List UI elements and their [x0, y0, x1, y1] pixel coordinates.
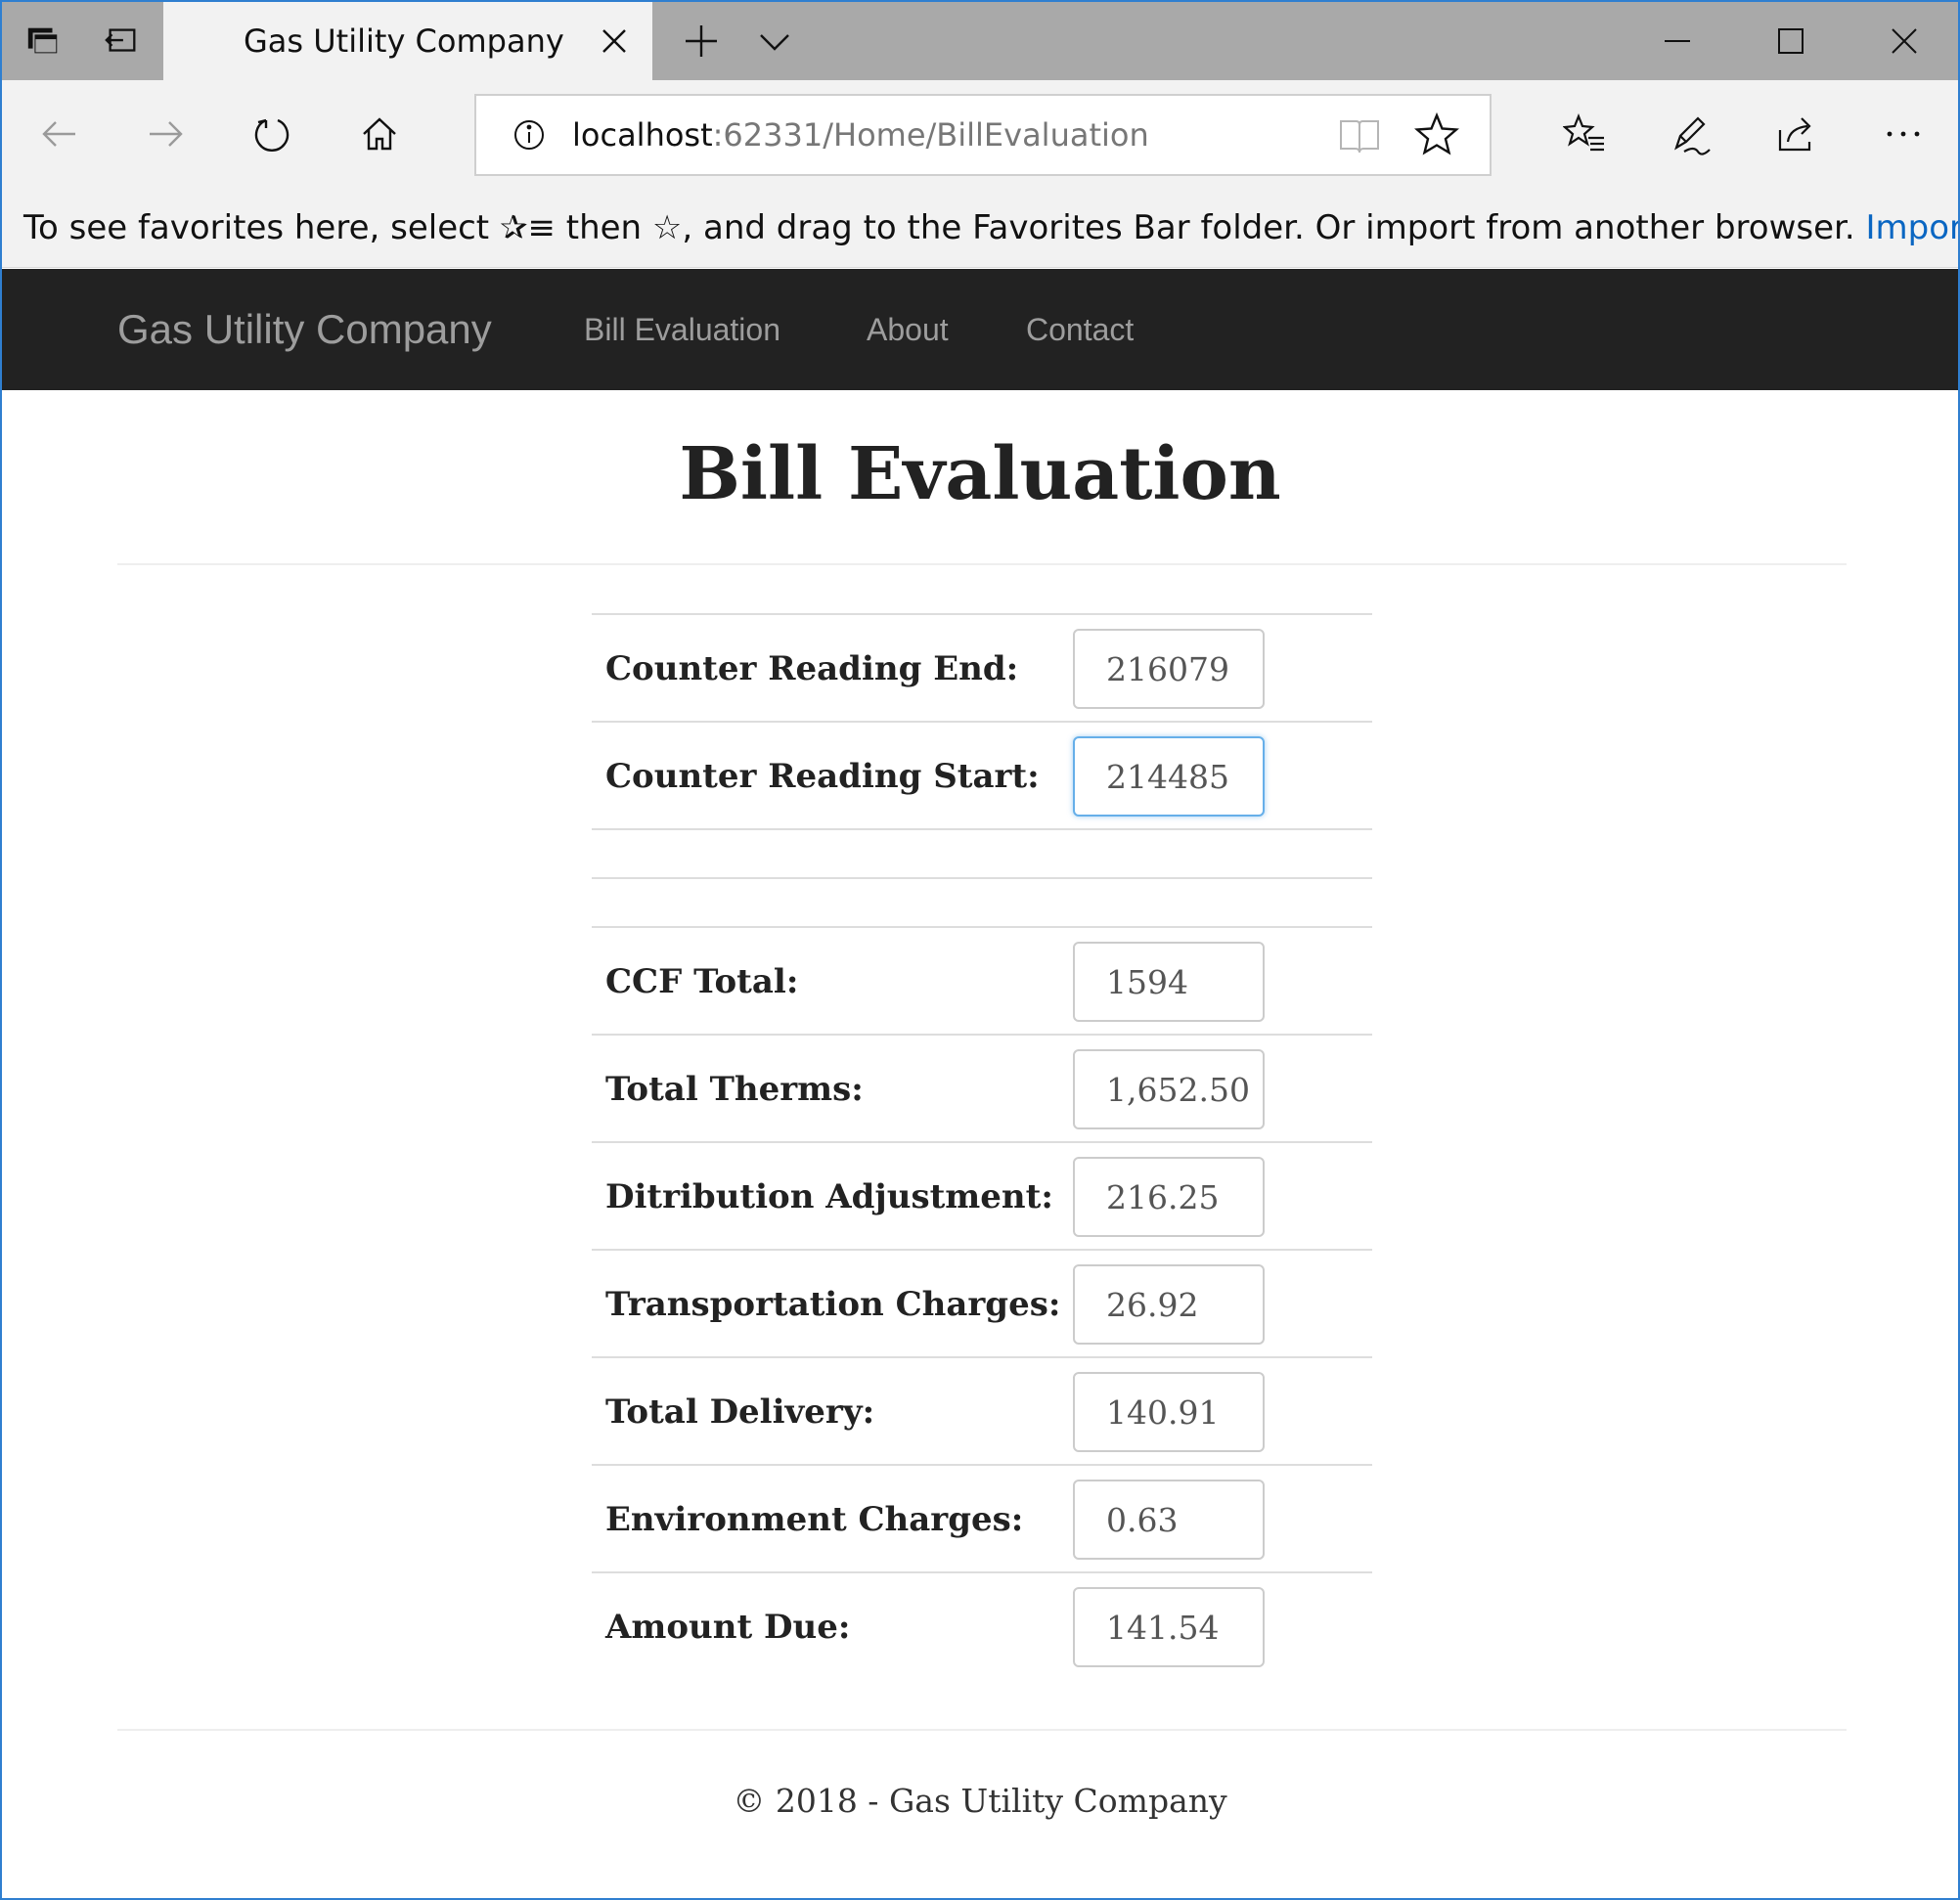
tab-actions-button[interactable] — [4, 2, 82, 80]
favorites-hub-button[interactable] — [1550, 100, 1619, 168]
tab-close-button[interactable] — [594, 21, 635, 62]
input-row-spacer — [592, 828, 1372, 830]
forward-button[interactable] — [131, 100, 200, 168]
share-button[interactable] — [1761, 100, 1830, 168]
section-divider — [592, 877, 1372, 879]
favorites-bar-message: To see favorites here, select ✰≡ then ☆,… — [23, 188, 1958, 268]
total-delivery-field[interactable] — [1073, 1372, 1265, 1452]
ellipsis-icon — [1887, 131, 1920, 137]
result-row: Total Delivery: — [592, 1356, 1372, 1464]
result-row: Total Therms: — [592, 1034, 1372, 1141]
counter-reading-end-label: Counter Reading End: — [605, 649, 1019, 688]
input-row: Counter Reading Start: — [592, 721, 1372, 828]
footer-copyright: © 2018 - Gas Utility Company — [733, 1782, 1227, 1820]
page-title: Bill Evaluation — [679, 432, 1281, 516]
favbar-text-3: , and drag to the Favorites Bar folder. … — [682, 208, 1866, 247]
environment-charges-field[interactable] — [1073, 1480, 1265, 1560]
web-note-button[interactable] — [1656, 100, 1724, 168]
close-icon — [602, 29, 626, 53]
new-tab-button[interactable] — [667, 2, 735, 80]
amount-due-label: Amount Due: — [605, 1608, 851, 1647]
tab-preview-button[interactable] — [740, 2, 809, 80]
minimize-icon — [1664, 40, 1690, 42]
transportation-charges-field[interactable] — [1073, 1264, 1265, 1345]
refresh-button[interactable] — [238, 100, 306, 168]
footer-divider — [117, 1729, 1847, 1731]
refresh-icon — [254, 118, 290, 152]
site-navbar: Gas Utility Company Bill Evaluation Abou… — [2, 269, 1958, 390]
ccf-total-field[interactable] — [1073, 942, 1265, 1022]
total-therms-field[interactable] — [1073, 1049, 1265, 1129]
back-arrow-icon — [42, 121, 75, 147]
result-row: Amount Due: — [592, 1571, 1372, 1679]
info-icon[interactable] — [510, 115, 549, 155]
address-host: localhost — [572, 116, 713, 154]
ccf-total-label: CCF Total: — [605, 962, 799, 1001]
total-therms-label: Total Therms: — [605, 1070, 864, 1109]
reading-view-icon[interactable] — [1337, 113, 1382, 158]
browser-toolbar: localhost:62331/Home/BillEvaluation — [2, 80, 1958, 188]
input-row: Counter Reading End: — [592, 613, 1372, 721]
home-button[interactable] — [345, 100, 414, 168]
star-glyph-icon: ☆ — [651, 208, 683, 247]
distribution-adjustment-label: Ditribution Adjustment: — [605, 1177, 1053, 1216]
tab-strip: Gas Utility Company :: B — [2, 2, 1958, 80]
favbar-text-2: then — [555, 208, 652, 247]
result-row: Transportation Charges: — [592, 1249, 1372, 1356]
counter-reading-start-input[interactable] — [1073, 736, 1265, 817]
tab-title: Gas Utility Company :: B — [244, 22, 576, 60]
favbar-text-1: To see favorites here, select — [23, 208, 500, 247]
address-bar[interactable]: localhost:62331/Home/BillEvaluation — [474, 94, 1492, 176]
brand-link[interactable]: Gas Utility Company — [117, 269, 492, 390]
result-row: Ditribution Adjustment: — [592, 1141, 1372, 1249]
share-icon — [1778, 117, 1811, 152]
set-aside-tabs-icon — [105, 28, 136, 52]
counter-reading-end-input[interactable] — [1073, 629, 1265, 709]
nav-bill-evaluation[interactable]: Bill Evaluation — [584, 269, 780, 390]
tab-actions-icon — [27, 27, 60, 56]
amount-due-field[interactable] — [1073, 1587, 1265, 1667]
favorites-list-glyph-icon: ✰≡ — [499, 208, 556, 247]
counter-reading-start-label: Counter Reading Start: — [605, 757, 1040, 796]
maximize-button[interactable] — [1734, 2, 1847, 80]
title-divider — [117, 563, 1847, 565]
distribution-adjustment-field[interactable] — [1073, 1157, 1265, 1237]
browser-window: Gas Utility Company :: B — [0, 0, 1960, 1900]
import-favorites-link[interactable]: Import fav — [1865, 208, 1958, 247]
total-delivery-label: Total Delivery: — [605, 1392, 875, 1432]
result-row: CCF Total: — [592, 926, 1372, 1034]
set-aside-tabs-button[interactable] — [82, 2, 160, 80]
nav-contact[interactable]: Contact — [1026, 269, 1134, 390]
favorites-bar: To see favorites here, select ✰≡ then ☆,… — [2, 188, 1958, 268]
active-tab[interactable]: Gas Utility Company :: B — [163, 2, 652, 80]
plus-icon — [686, 25, 717, 57]
transportation-charges-label: Transportation Charges: — [605, 1285, 1061, 1324]
chevron-down-icon — [760, 34, 789, 51]
address-url: localhost:62331/Home/BillEvaluation — [572, 96, 1149, 174]
window-close-button[interactable] — [1848, 2, 1958, 80]
address-path: :62331/Home/BillEvaluation — [712, 116, 1149, 154]
back-button[interactable] — [25, 100, 94, 168]
environment-charges-label: Environment Charges: — [605, 1500, 1024, 1539]
add-favorite-star-icon[interactable] — [1413, 111, 1460, 158]
close-icon — [1891, 28, 1917, 54]
maximize-icon — [1777, 28, 1804, 54]
home-icon — [363, 117, 396, 151]
more-menu-button[interactable] — [1869, 100, 1938, 168]
pen-icon — [1674, 116, 1711, 155]
forward-arrow-icon — [150, 121, 183, 147]
favorites-list-icon — [1563, 113, 1604, 152]
result-row: Environment Charges: — [592, 1464, 1372, 1571]
minimize-button[interactable] — [1621, 2, 1733, 80]
nav-about[interactable]: About — [867, 269, 949, 390]
